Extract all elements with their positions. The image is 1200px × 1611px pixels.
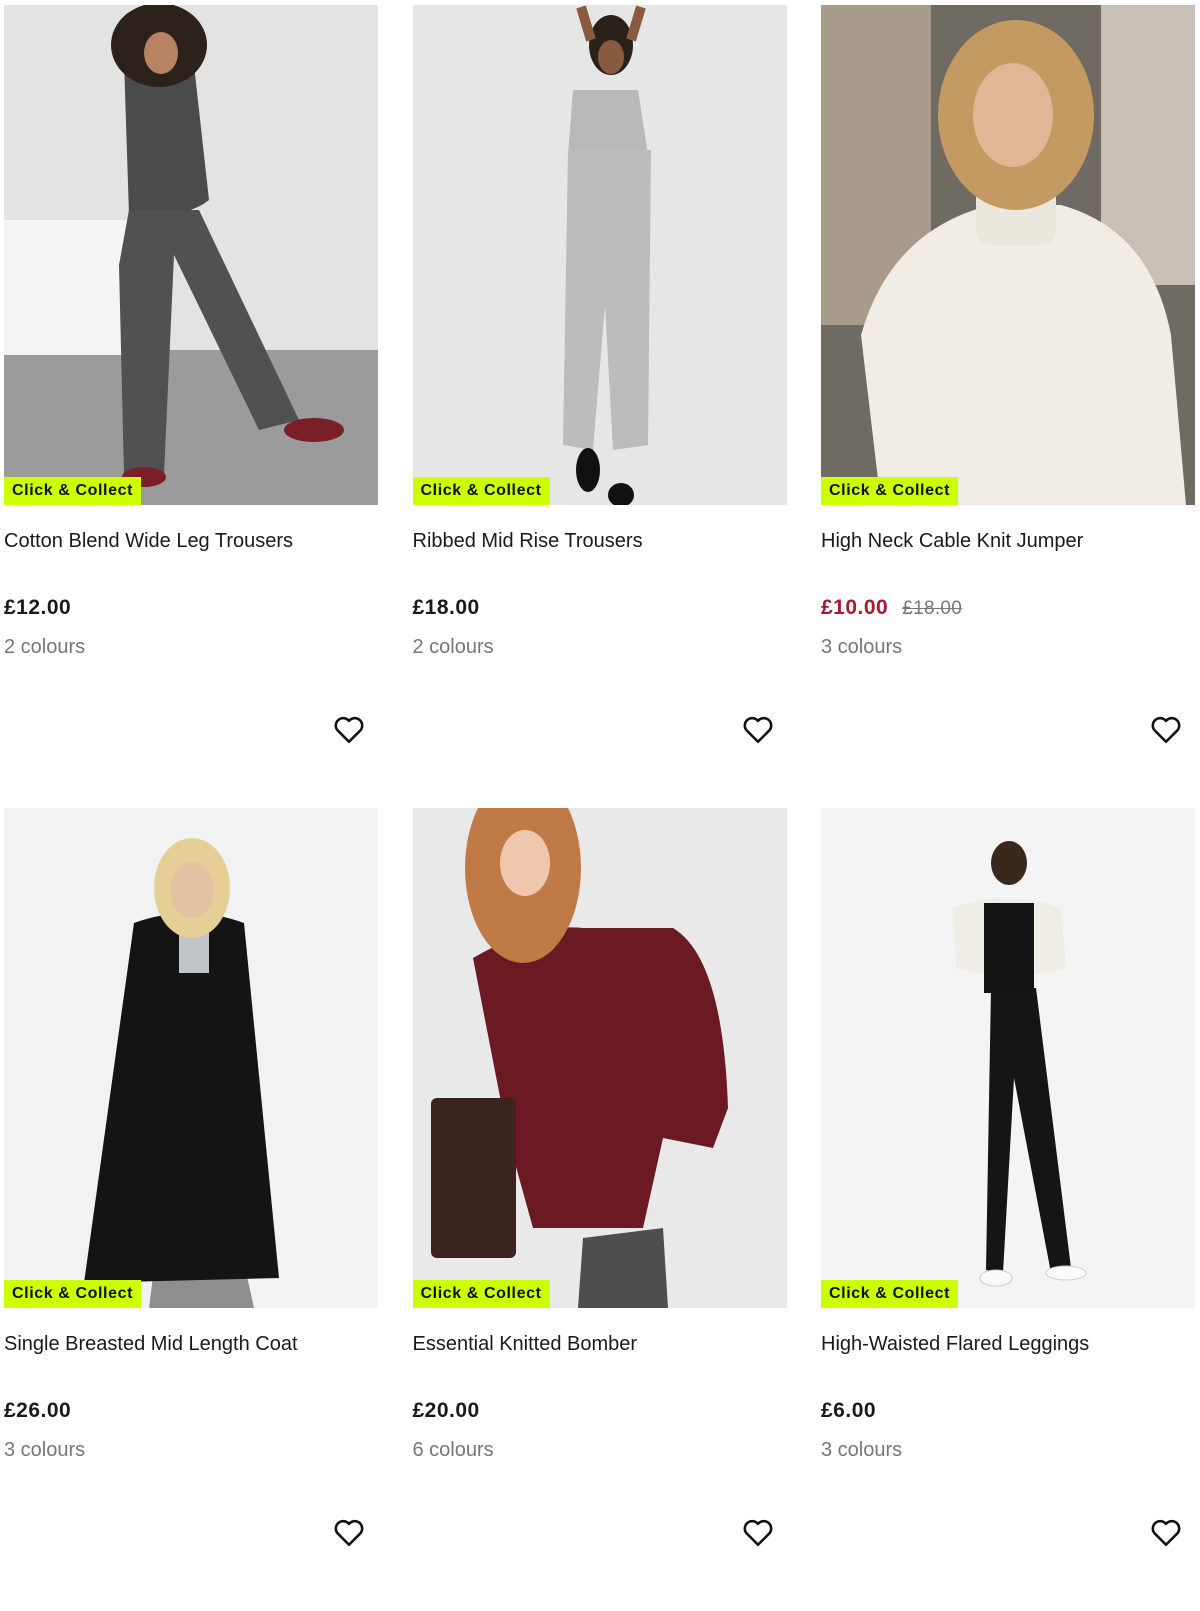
- price-row: £18.00: [413, 595, 480, 621]
- product-image[interactable]: Click & Collect: [412, 808, 787, 1308]
- price-row: £20.00: [413, 1398, 480, 1424]
- favourite-button[interactable]: [1148, 1514, 1184, 1550]
- product-name[interactable]: Essential Knitted Bomber: [413, 1332, 638, 1356]
- product-name[interactable]: High Neck Cable Knit Jumper: [821, 529, 1083, 553]
- product-name[interactable]: Cotton Blend Wide Leg Trousers: [4, 529, 293, 553]
- favourite-button[interactable]: [740, 711, 776, 747]
- product-image[interactable]: Click & Collect: [4, 5, 378, 505]
- sale-price: £10.00: [821, 596, 889, 619]
- product-price: £18.00: [412, 596, 480, 619]
- product-price: £26.00: [4, 1399, 72, 1422]
- product-card[interactable]: Click & Collect Cotton Blend Wide Leg Tr…: [4, 5, 378, 808]
- product-image[interactable]: Click & Collect: [821, 808, 1195, 1308]
- product-card[interactable]: Click & Collect Essential Knitted Bomber…: [412, 808, 787, 1611]
- colour-count: 2 colours: [412, 636, 494, 658]
- colour-count: 3 colours: [821, 1439, 903, 1461]
- click-collect-badge: Click & Collect: [4, 477, 142, 505]
- click-collect-badge: Click & Collect: [412, 477, 550, 505]
- product-price: £20.00: [412, 1399, 480, 1422]
- favourite-button[interactable]: [331, 1514, 367, 1550]
- price-row: £26.00: [4, 1398, 71, 1424]
- click-collect-badge: Click & Collect: [412, 1280, 550, 1308]
- click-collect-badge: Click & Collect: [821, 1280, 959, 1308]
- heart-outline-icon: [743, 1519, 772, 1547]
- product-image[interactable]: Click & Collect: [4, 808, 378, 1308]
- product-image[interactable]: Click & Collect: [821, 5, 1195, 505]
- favourite-button[interactable]: [1148, 711, 1184, 747]
- product-name[interactable]: High-Waisted Flared Leggings: [821, 1332, 1089, 1356]
- product-name[interactable]: Single Breasted Mid Length Coat: [4, 1332, 298, 1356]
- colour-count: 2 colours: [4, 636, 86, 658]
- product-card[interactable]: Click & Collect Single Breasted Mid Leng…: [4, 808, 378, 1611]
- product-price: £12.00: [4, 596, 72, 619]
- price-row: £6.00: [821, 1398, 876, 1424]
- heart-outline-icon: [334, 716, 364, 744]
- favourite-button[interactable]: [331, 711, 367, 747]
- price-row: £10.00 £18.00: [821, 595, 962, 622]
- product-image[interactable]: Click & Collect: [412, 5, 787, 505]
- favourite-button[interactable]: [740, 1514, 776, 1550]
- product-card[interactable]: Click & Collect High Neck Cable Knit Jum…: [821, 5, 1195, 808]
- product-card[interactable]: Click & Collect High-Waisted Flared Legg…: [821, 808, 1195, 1611]
- colour-count: 6 colours: [412, 1439, 494, 1461]
- colour-count: 3 colours: [821, 636, 903, 658]
- heart-outline-icon: [334, 1519, 364, 1547]
- heart-outline-icon: [1151, 716, 1181, 744]
- colour-count: 3 colours: [4, 1439, 86, 1461]
- product-name[interactable]: Ribbed Mid Rise Trousers: [413, 529, 643, 553]
- heart-outline-icon: [743, 716, 772, 744]
- heart-outline-icon: [1151, 1519, 1181, 1547]
- click-collect-badge: Click & Collect: [821, 477, 959, 505]
- original-price: £18.00: [902, 598, 963, 619]
- product-card[interactable]: Click & Collect Ribbed Mid Rise Trousers…: [412, 5, 787, 808]
- product-price: £6.00: [821, 1399, 877, 1422]
- price-row: £12.00: [4, 595, 71, 621]
- click-collect-badge: Click & Collect: [4, 1280, 142, 1308]
- product-grid: Click & Collect Cotton Blend Wide Leg Tr…: [4, 5, 1195, 1611]
